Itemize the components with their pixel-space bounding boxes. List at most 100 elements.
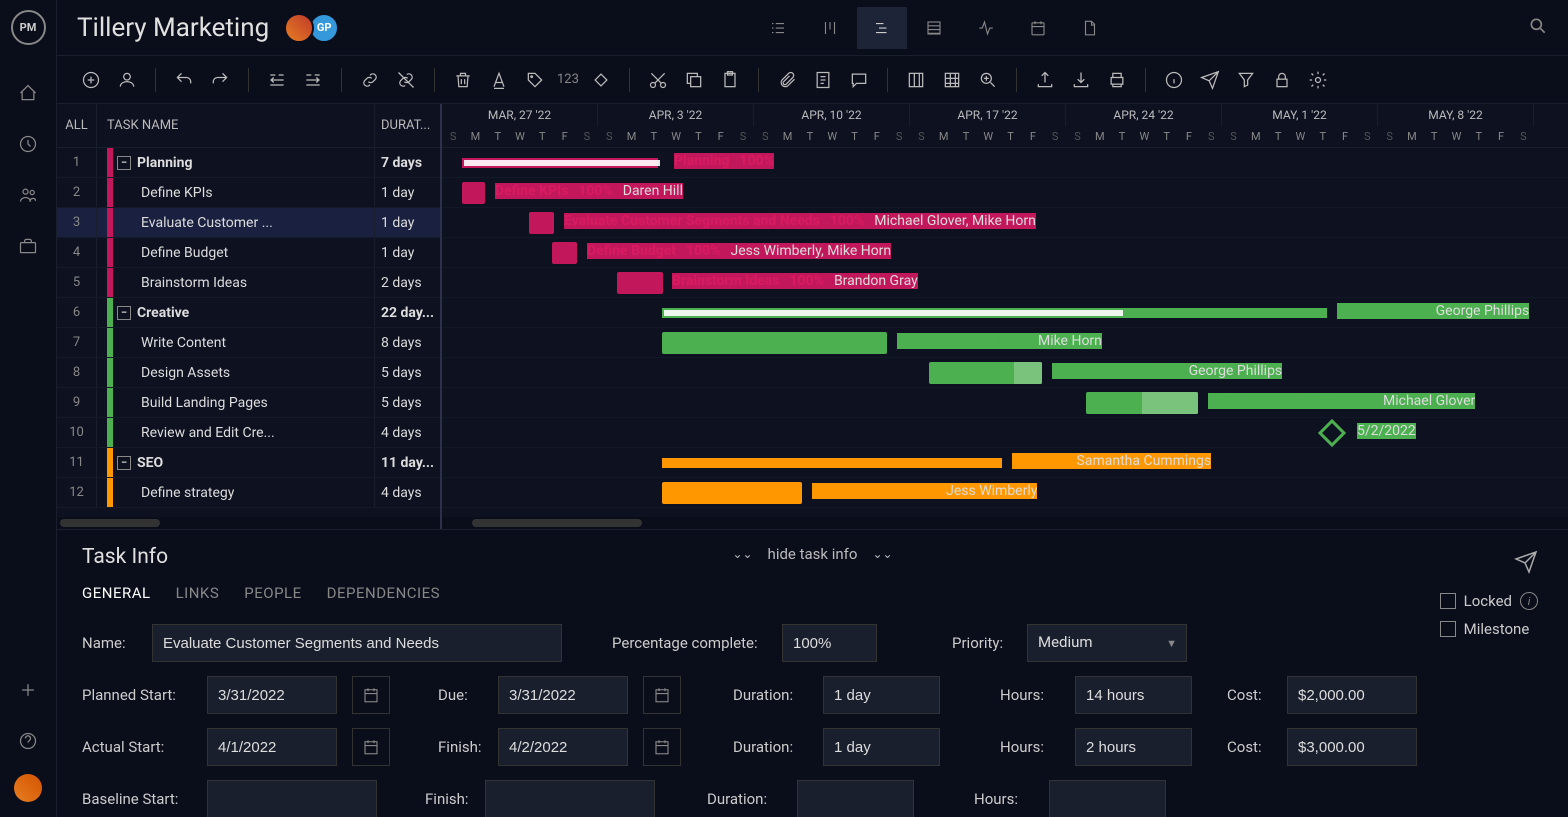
calendar-icon[interactable]: [352, 728, 390, 766]
table-row[interactable]: 3Evaluate Customer ...1 day: [57, 208, 440, 238]
diamond-icon[interactable]: [587, 66, 615, 94]
send-icon[interactable]: [1196, 66, 1224, 94]
cost-input[interactable]: [1287, 728, 1417, 766]
filter-icon[interactable]: [1232, 66, 1260, 94]
locked-checkbox[interactable]: [1440, 593, 1456, 609]
duration-input[interactable]: [823, 728, 940, 766]
undo-icon[interactable]: [170, 66, 198, 94]
gantt-row[interactable]: Define KPIs100%Daren Hill: [442, 178, 1568, 208]
gantt-row[interactable]: Design Assets75%George Phillips: [442, 358, 1568, 388]
indent-icon[interactable]: [299, 66, 327, 94]
assign-icon[interactable]: [113, 66, 141, 94]
view-sheet-icon[interactable]: [909, 7, 959, 49]
link-icon[interactable]: [356, 66, 384, 94]
hours-input[interactable]: [1075, 676, 1192, 714]
tab-dependencies[interactable]: DEPENDENCIES: [327, 584, 440, 602]
view-file-icon[interactable]: [1065, 7, 1115, 49]
columns-icon[interactable]: [902, 66, 930, 94]
format-text-icon[interactable]: [485, 66, 513, 94]
milestone-checkbox[interactable]: [1440, 621, 1456, 637]
tab-links[interactable]: LINKS: [176, 584, 220, 602]
table-row[interactable]: 9Build Landing Pages5 days: [57, 388, 440, 418]
pct-input[interactable]: [782, 624, 877, 662]
table-row[interactable]: 7Write Content8 days: [57, 328, 440, 358]
baseline-duration-input[interactable]: [797, 780, 914, 817]
attach-icon[interactable]: [773, 66, 801, 94]
tag-icon[interactable]: [521, 66, 549, 94]
view-board-icon[interactable]: [805, 7, 855, 49]
gantt-row[interactable]: Define Budget100%Jess Wimberly, Mike Hor…: [442, 238, 1568, 268]
table-row[interactable]: 6−Creative22 day...: [57, 298, 440, 328]
calendar-icon[interactable]: [643, 676, 681, 714]
timeline-scrollbar[interactable]: [442, 517, 1568, 529]
gantt-row[interactable]: Creative69%George Phillips: [442, 298, 1568, 328]
add-circle-icon[interactable]: [77, 66, 105, 94]
name-input[interactable]: [152, 624, 562, 662]
col-header-name[interactable]: TASK NAME: [97, 104, 375, 147]
send-icon[interactable]: [1514, 550, 1538, 578]
task-scrollbar[interactable]: [57, 517, 440, 529]
table-row[interactable]: 11−SEO11 day...: [57, 448, 440, 478]
user-avatar[interactable]: [14, 774, 42, 802]
home-icon[interactable]: [10, 75, 46, 111]
trash-icon[interactable]: [449, 66, 477, 94]
comment-icon[interactable]: [845, 66, 873, 94]
avatar-group[interactable]: GP: [289, 13, 339, 43]
calendar-icon[interactable]: [352, 676, 390, 714]
cost-input[interactable]: [1287, 676, 1417, 714]
tab-people[interactable]: PEOPLE: [244, 584, 301, 602]
hours-input[interactable]: [1075, 728, 1192, 766]
import-icon[interactable]: [1067, 66, 1095, 94]
table-row[interactable]: 4Define Budget1 day: [57, 238, 440, 268]
gantt-row[interactable]: Build Landing Pages50%Michael Glover: [442, 388, 1568, 418]
gantt-row[interactable]: Brainstorm Ideas100%Brandon Gray: [442, 268, 1568, 298]
gantt-row[interactable]: SEO0%Samantha Cummings: [442, 448, 1568, 478]
grid-icon[interactable]: [938, 66, 966, 94]
col-header-duration[interactable]: DURAT...: [375, 104, 440, 147]
export-icon[interactable]: [1031, 66, 1059, 94]
table-row[interactable]: 10Review and Edit Cre...4 days: [57, 418, 440, 448]
view-gantt-icon[interactable]: [857, 7, 907, 49]
redo-icon[interactable]: [206, 66, 234, 94]
info-icon[interactable]: i: [1520, 592, 1538, 610]
outdent-icon[interactable]: [263, 66, 291, 94]
zoom-in-icon[interactable]: [974, 66, 1002, 94]
col-header-all[interactable]: ALL: [57, 104, 97, 147]
gantt-row[interactable]: Evaluate Customer Segments and Needs100%…: [442, 208, 1568, 238]
calendar-icon[interactable]: [643, 728, 681, 766]
info-icon[interactable]: [1160, 66, 1188, 94]
table-row[interactable]: 1−Planning7 days: [57, 148, 440, 178]
print-icon[interactable]: [1103, 66, 1131, 94]
settings-icon[interactable]: [1304, 66, 1332, 94]
priority-select[interactable]: Medium: [1027, 624, 1187, 662]
view-list-icon[interactable]: [753, 7, 803, 49]
view-calendar-icon[interactable]: [1013, 7, 1063, 49]
lock-icon[interactable]: [1268, 66, 1296, 94]
tab-general[interactable]: GENERAL: [82, 584, 151, 602]
add-icon[interactable]: [10, 672, 46, 708]
table-row[interactable]: 8Design Assets5 days: [57, 358, 440, 388]
baseline-finish-input[interactable]: [485, 780, 655, 817]
help-icon[interactable]: [10, 723, 46, 759]
gantt-row[interactable]: Define strategy0%Jess Wimberly: [442, 478, 1568, 508]
unlink-icon[interactable]: [392, 66, 420, 94]
gantt-row[interactable]: Planning100%: [442, 148, 1568, 178]
note-icon[interactable]: [809, 66, 837, 94]
table-row[interactable]: 5Brainstorm Ideas2 days: [57, 268, 440, 298]
app-logo[interactable]: PM: [11, 10, 46, 45]
planned-start-input[interactable]: [207, 676, 337, 714]
paste-icon[interactable]: [716, 66, 744, 94]
finish-input[interactable]: [498, 728, 628, 766]
copy-icon[interactable]: [680, 66, 708, 94]
baseline-hours-input[interactable]: [1049, 780, 1166, 817]
cut-icon[interactable]: [644, 66, 672, 94]
search-icon[interactable]: [1528, 16, 1548, 40]
gantt-row[interactable]: 5/2/2022: [442, 418, 1568, 448]
baseline-start-input[interactable]: [207, 780, 377, 817]
due-input[interactable]: [498, 676, 628, 714]
table-row[interactable]: 12Define strategy4 days: [57, 478, 440, 508]
briefcase-icon[interactable]: [10, 228, 46, 264]
gantt-row[interactable]: Write Content100%Mike Horn: [442, 328, 1568, 358]
view-activity-icon[interactable]: [961, 7, 1011, 49]
duration-input[interactable]: [823, 676, 940, 714]
